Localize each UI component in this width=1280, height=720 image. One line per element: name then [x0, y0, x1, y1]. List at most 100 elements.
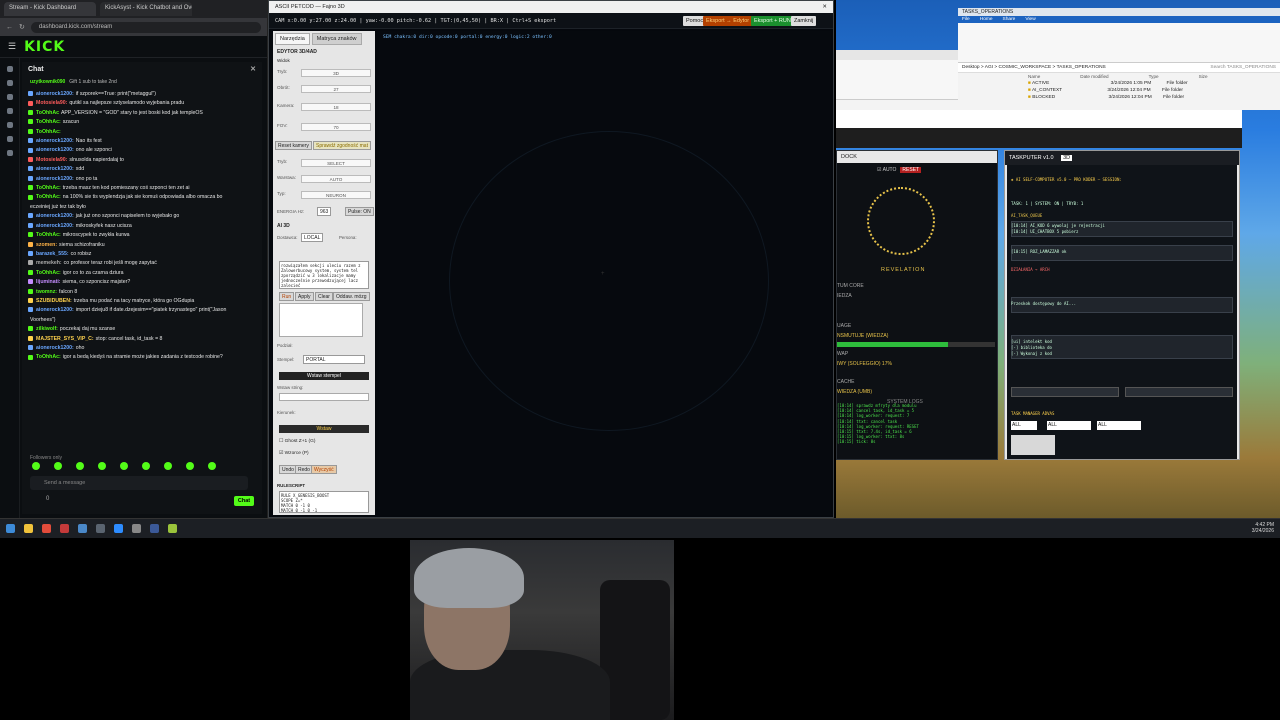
- chat-username[interactable]: MAJSTER_SYS_VIP_C:: [36, 336, 94, 342]
- ai-apply-button[interactable]: Apply: [295, 292, 314, 301]
- rail-icon-stream[interactable]: [6, 80, 13, 86]
- mode-field[interactable]: 3D: [301, 69, 371, 77]
- ai-prompt-textarea[interactable]: rozwiązałem sekcji uleciu razem z Zalowe…: [279, 261, 369, 289]
- auto-toggle[interactable]: ☑ AUTO: [877, 167, 896, 173]
- explorer-path-bar[interactable]: Desktop > AGI > COSMIC_WORKSPACE > TASKS…: [958, 63, 1280, 73]
- app-icon[interactable]: [168, 524, 177, 533]
- filter-dropdown[interactable]: ALL: [1011, 421, 1037, 430]
- back-icon[interactable]: ←: [6, 24, 13, 31]
- rail-icon-analytics[interactable]: [6, 136, 13, 142]
- provider-dropdown[interactable]: LOCAL: [301, 233, 324, 242]
- rail-icon-home[interactable]: [6, 66, 13, 72]
- clear-button[interactable]: Wyczyść: [311, 465, 337, 474]
- app-icon[interactable]: [132, 524, 141, 533]
- chat-username[interactable]: ToOhhAc:: [36, 270, 61, 276]
- chat-username[interactable]: aionerock1200:: [36, 91, 74, 97]
- folder-row-ai-context[interactable]: ■ AI_CONTEXT 3/24/2026 12:04 PM File fol…: [958, 87, 1280, 94]
- chat-username[interactable]: ToOhhAc:: [36, 119, 61, 125]
- folder-row-active[interactable]: ■ ACTIVE 3/24/2026 1:05 PM File folder: [958, 80, 1280, 87]
- layer-dropdown[interactable]: AUTO: [301, 175, 371, 183]
- chat-username[interactable]: aionerock1200:: [36, 176, 74, 182]
- ribbon-tab-home[interactable]: Home: [980, 17, 993, 22]
- chat-username[interactable]: ToOhhAc:: [36, 185, 61, 191]
- chat-username[interactable]: aionerock1200:: [36, 223, 74, 229]
- insert-stamp-button[interactable]: Wstaw stempel: [279, 372, 369, 380]
- chat-username[interactable]: Motosiela90:: [36, 100, 67, 106]
- chat-username[interactable]: ToOhhAc: [36, 110, 59, 116]
- chat-username[interactable]: ToOhhAc:: [36, 194, 61, 200]
- camera-slider[interactable]: 18: [301, 103, 371, 111]
- fov-slider[interactable]: 70: [301, 123, 371, 131]
- emote-icon[interactable]: [32, 462, 40, 470]
- filter-dropdown[interactable]: ALL: [1047, 421, 1091, 430]
- kick-logo[interactable]: KICK: [24, 39, 65, 55]
- ai-output-area[interactable]: [279, 303, 363, 337]
- reset-button[interactable]: RESET: [900, 167, 922, 173]
- pattern-checkbox[interactable]: ☑ Wzorce (P): [279, 451, 309, 456]
- reload-icon[interactable]: ↻: [19, 23, 25, 31]
- emote-icon[interactable]: [54, 462, 62, 470]
- 3d-canvas[interactable]: SEM chakra:0 dir:0 opcode:0 portal:0 ene…: [379, 31, 831, 515]
- start-icon[interactable]: [6, 524, 15, 533]
- taskputer-mode[interactable]: 3D: [1061, 155, 1073, 161]
- emote-icon[interactable]: [164, 462, 172, 470]
- chat-username[interactable]: Motosiela90:: [36, 157, 67, 163]
- rail-icon-community[interactable]: [6, 94, 13, 100]
- tab-char-matrix[interactable]: Matryca znaków: [311, 33, 362, 45]
- reset-camera-button[interactable]: Reset kamery: [275, 141, 312, 150]
- ai-brain-button[interactable]: Oddaw. mózg: [333, 292, 370, 301]
- rail-icon-content[interactable]: [6, 108, 13, 114]
- menu-icon[interactable]: ☰: [8, 41, 16, 52]
- emote-icon[interactable]: [208, 462, 216, 470]
- ai-clear-button[interactable]: Clear: [315, 292, 333, 301]
- explorer-search[interactable]: Search TASKS_OPERATIONS: [1210, 65, 1276, 70]
- rail-icon-settings[interactable]: [6, 150, 13, 156]
- pinned-message[interactable]: uzytkownik090 Gift 1 sub to take 2nd: [22, 76, 262, 88]
- chat-username[interactable]: aionerock1200:: [36, 345, 74, 351]
- insert-button[interactable]: Wstaw: [279, 425, 369, 433]
- app-icon[interactable]: [96, 524, 105, 533]
- emote-icon[interactable]: [186, 462, 194, 470]
- chat-username[interactable]: ToOhhAc:: [36, 354, 61, 360]
- chat-input[interactable]: Send a message: [30, 476, 248, 490]
- energy-input[interactable]: 963: [317, 207, 332, 216]
- ghost-checkbox[interactable]: ☐ Ghost Z+1 (G): [279, 439, 315, 444]
- type-dropdown[interactable]: NEURON: [301, 191, 371, 199]
- task-list[interactable]: [1011, 435, 1055, 455]
- filter-dropdown[interactable]: ALL: [1097, 421, 1141, 430]
- stamp-dropdown[interactable]: PORTAL: [303, 355, 365, 364]
- rotation-slider[interactable]: 27: [301, 85, 371, 93]
- chat-username[interactable]: barazek_555:: [36, 251, 69, 257]
- system-clock[interactable]: 4:42 PM 3/24/2026: [1252, 522, 1274, 534]
- export-editor-button[interactable]: Eksport → Edytor: [703, 16, 753, 26]
- chat-username[interactable]: SZUBIDUBEN:: [36, 298, 72, 304]
- close-editor-button[interactable]: Zamknij: [791, 16, 817, 26]
- app-icon[interactable]: [114, 524, 123, 533]
- chat-username[interactable]: szomen:: [36, 242, 57, 248]
- folder-row-blocked[interactable]: ■ BLOCKED 3/24/2026 12:04 PM File folder: [958, 94, 1280, 101]
- ribbon-tab-view[interactable]: View: [1025, 17, 1035, 22]
- select-mode-dropdown[interactable]: SELECT: [301, 159, 371, 167]
- emote-icon[interactable]: [142, 462, 150, 470]
- chat-username[interactable]: memekeh:: [36, 260, 62, 266]
- string-input[interactable]: [279, 393, 369, 401]
- app-icon[interactable]: [78, 524, 87, 533]
- chat-username[interactable]: aionerock1200:: [36, 138, 74, 144]
- tab-tools[interactable]: Narzędzia: [275, 33, 310, 45]
- taskputer-input[interactable]: [1125, 387, 1233, 397]
- ribbon-tab-share[interactable]: Share: [1003, 17, 1016, 22]
- chrome-icon[interactable]: [42, 524, 51, 533]
- chat-username[interactable]: ToOhhAc:: [36, 129, 61, 135]
- emote-icon[interactable]: [98, 462, 106, 470]
- chat-username[interactable]: aionerock1200:: [36, 307, 74, 313]
- chat-username[interactable]: aionerock1200:: [36, 213, 74, 219]
- emote-icon[interactable]: [76, 462, 84, 470]
- chat-username[interactable]: lijuminati:: [36, 279, 61, 285]
- send-chat-button[interactable]: Chat: [234, 496, 254, 506]
- close-window-icon[interactable]: ✕: [822, 4, 827, 10]
- app-icon[interactable]: [60, 524, 69, 533]
- browser-tab-stream[interactable]: Stream - Kick Dashboard: [4, 2, 96, 16]
- check-consistency-button[interactable]: Sprawdź zgodność mat: [313, 141, 371, 150]
- close-icon[interactable]: ✕: [250, 65, 256, 73]
- chat-username[interactable]: aionerock1200:: [36, 166, 74, 172]
